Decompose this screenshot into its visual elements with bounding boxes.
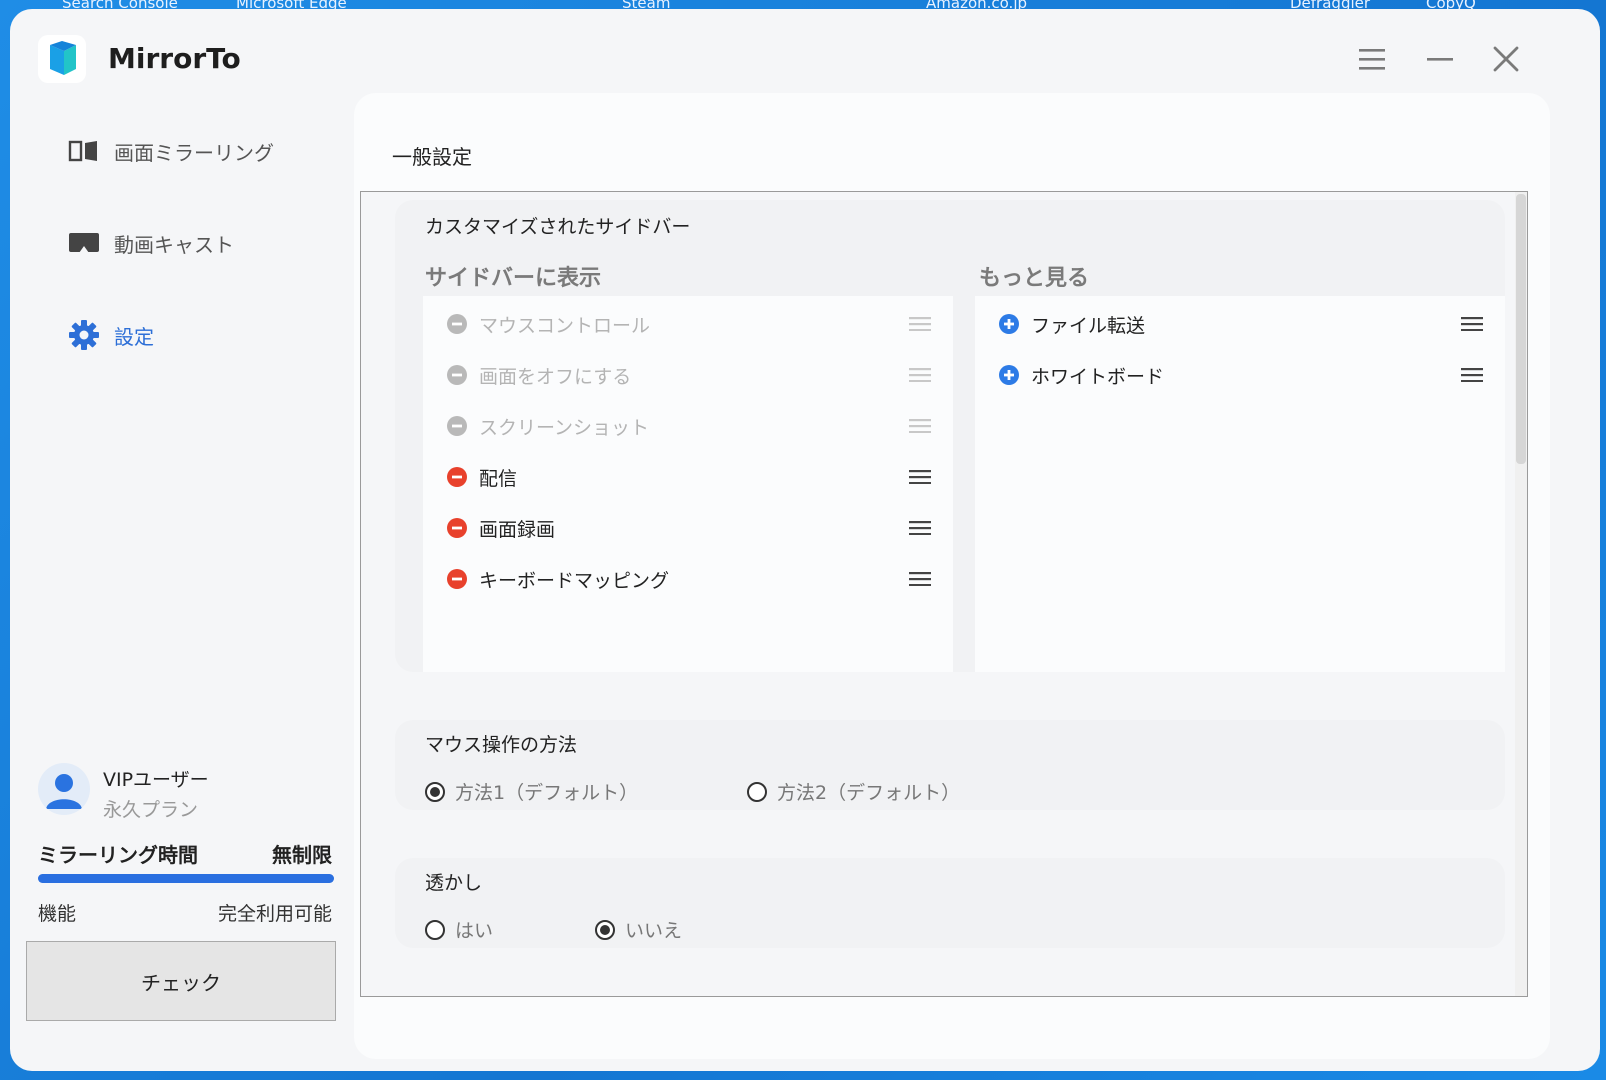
remove-icon[interactable] (447, 518, 467, 538)
screen-mirror-icon (68, 140, 97, 162)
app-window: MirrorTo 画面ミラーリング 動画キャスト 設定 VIPユーザー 永久プラ… (10, 9, 1600, 1071)
radio-dot (430, 786, 440, 797)
radio-dot (600, 924, 610, 935)
list-item: 配信 (447, 457, 517, 497)
radio-label: いいえ (625, 920, 683, 942)
cast-icon (69, 233, 99, 253)
drag-handle-icon[interactable] (909, 317, 931, 331)
item-label: 配信 (479, 467, 518, 490)
radio-button[interactable] (595, 919, 615, 940)
sidebar-item-settings[interactable]: 設定 (68, 315, 154, 355)
avatar (38, 763, 90, 815)
sidebar-item-screen-mirroring[interactable]: 画面ミラーリング (68, 131, 274, 171)
radio-label: はい (455, 920, 494, 942)
minimize-icon (1427, 58, 1453, 61)
sidebar-item-label: 動画キャスト (114, 232, 234, 257)
scrollbar-thumb[interactable] (1516, 194, 1526, 464)
list-item: キーボードマッピング (447, 559, 669, 599)
list-item: ファイル転送 (999, 304, 1145, 344)
scrollbar[interactable] (1515, 192, 1527, 996)
watermark-no-radio[interactable]: いいえ (595, 916, 682, 943)
feature-label: 機能 (38, 903, 77, 925)
drag-handle-icon[interactable] (1461, 317, 1483, 331)
app-logo-icon (38, 35, 86, 83)
drag-handle-icon[interactable] (909, 521, 931, 535)
sidebar-item-label: 画面ミラーリング (114, 140, 274, 165)
radio-button[interactable] (425, 781, 445, 802)
list-item: 画面をオフにする (447, 355, 631, 395)
more-column-header: もっと見る (979, 266, 1090, 291)
mouse-method-1-radio[interactable]: 方法1（デフォルト） (425, 778, 638, 805)
radio-label: 方法1（デフォルト） (455, 782, 639, 804)
radio-button[interactable] (747, 781, 767, 802)
settings-scroll-area[interactable]: カスタマイズされたサイドバー サイドバーに表示 もっと見る マウスコントロール … (360, 191, 1528, 997)
item-label: スクリーンショット (479, 416, 650, 439)
mirror-time-value: 無制限 (272, 843, 332, 867)
page-title: 一般設定 (392, 145, 472, 169)
add-icon[interactable] (999, 314, 1019, 334)
section-title: 透かし (425, 872, 483, 894)
drag-handle-icon[interactable] (909, 419, 931, 433)
sidebar-item-video-cast[interactable]: 動画キャスト (68, 223, 234, 263)
section-title: カスタマイズされたサイドバー (425, 216, 691, 238)
mirror-time-label: ミラーリング時間 (38, 843, 198, 867)
user-plan: 永久プラン (103, 799, 199, 821)
drag-handle-icon[interactable] (909, 572, 931, 586)
section-title: マウス操作の方法 (425, 734, 578, 756)
check-button[interactable]: チェック (26, 941, 336, 1021)
list-item: 画面録画 (447, 508, 555, 548)
radio-label: 方法2（デフォルト） (777, 782, 961, 804)
sidebar-item-label: 設定 (114, 324, 154, 349)
app-title: MirrorTo (108, 42, 241, 75)
mouse-method-2-radio[interactable]: 方法2（デフォルト） (747, 778, 960, 805)
feature-value: 完全利用可能 (217, 903, 332, 925)
item-label: 画面録画 (479, 518, 556, 541)
menu-icon (1359, 49, 1385, 70)
item-label: ファイル転送 (1031, 314, 1146, 337)
drag-handle-icon[interactable] (909, 368, 931, 382)
drag-handle-icon[interactable] (1461, 368, 1483, 382)
watermark-card: 透かし はい いいえ (395, 858, 1505, 948)
mirror-time-progress (38, 874, 334, 883)
add-icon[interactable] (999, 365, 1019, 385)
user-name: VIPユーザー (103, 769, 209, 791)
drag-handle-icon[interactable] (909, 470, 931, 484)
settings-panel: 一般設定 カスタマイズされたサイドバー サイドバーに表示 もっと見る マウスコン… (354, 93, 1550, 1059)
list-item: マウスコントロール (447, 304, 650, 344)
item-label: キーボードマッピング (479, 569, 670, 592)
more-list (975, 296, 1505, 672)
item-label: 画面をオフにする (479, 365, 632, 388)
gear-icon (69, 320, 99, 350)
minimize-button[interactable] (1418, 37, 1462, 81)
radio-button[interactable] (425, 919, 445, 940)
item-label: ホワイトボード (1031, 365, 1165, 388)
mouse-method-card: マウス操作の方法 方法1（デフォルト） 方法2（デフォルト） (395, 720, 1505, 810)
remove-icon[interactable] (447, 416, 467, 436)
custom-sidebar-card: カスタマイズされたサイドバー サイドバーに表示 もっと見る マウスコントロール … (395, 200, 1505, 672)
watermark-yes-radio[interactable]: はい (425, 916, 493, 943)
item-label: マウスコントロール (479, 314, 651, 337)
close-button[interactable] (1484, 37, 1528, 81)
remove-icon[interactable] (447, 365, 467, 385)
remove-icon[interactable] (447, 569, 467, 589)
menu-button[interactable] (1350, 37, 1394, 81)
remove-icon[interactable] (447, 467, 467, 487)
list-item: スクリーンショット (447, 406, 649, 446)
shown-column-header: サイドバーに表示 (425, 266, 602, 291)
user-icon (46, 774, 82, 809)
progress-fill (38, 874, 334, 883)
close-icon (1493, 46, 1519, 72)
remove-icon[interactable] (447, 314, 467, 334)
list-item: ホワイトボード (999, 355, 1164, 395)
